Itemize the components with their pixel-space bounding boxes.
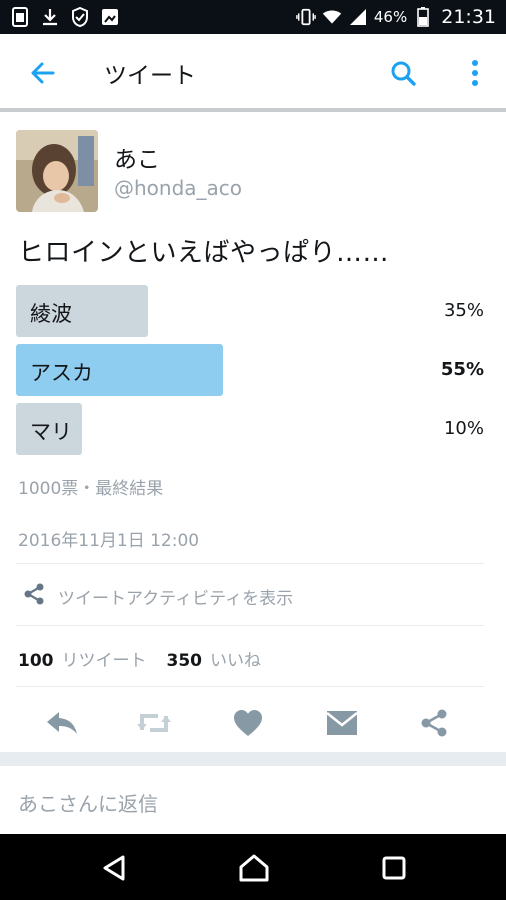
battery-icon [413, 7, 433, 27]
display-name[interactable]: あこ [114, 140, 160, 174]
like-count[interactable]: 350 [167, 651, 203, 671]
section-separator [0, 752, 506, 766]
heart-icon[interactable] [230, 706, 266, 740]
image-icon [100, 7, 120, 27]
divider [16, 625, 484, 626]
poll-option: マリ 10% [16, 403, 484, 455]
share-icon[interactable] [416, 706, 452, 740]
retweet-icon[interactable] [136, 706, 172, 740]
app-bar: ツイート [0, 34, 506, 112]
tweet-actions [0, 698, 506, 748]
arrow-left-icon[interactable] [26, 56, 60, 90]
share-nodes-icon [22, 582, 46, 611]
like-count-label[interactable]: いいね [210, 646, 261, 671]
sim-icon [10, 7, 30, 27]
poll-option-label: 綾波 [30, 302, 72, 326]
poll-option: アスカ 55% [16, 344, 484, 396]
reply-icon[interactable] [44, 706, 80, 740]
status-time: 21:31 [441, 6, 496, 28]
poll-option: 綾波 35% [16, 285, 484, 337]
engagement-counts: 100 リツイート 350 いいね [18, 646, 273, 671]
poll-meta: 1000票・最終結果 [18, 479, 164, 499]
divider [16, 563, 484, 564]
search-icon[interactable] [386, 56, 420, 90]
shield-icon [70, 7, 90, 27]
tweet-activity-link[interactable]: ツイートアクティビティを表示 [22, 582, 293, 611]
battery-percent: 46% [373, 8, 408, 26]
status-bar: 46% 21:31 [0, 0, 506, 34]
tweet-text: ヒロインといえばやっぱり…… [18, 238, 390, 268]
reply-placeholder[interactable]: あこさんに返信 [18, 788, 158, 817]
download-icon [40, 7, 60, 27]
wifi-icon [322, 7, 342, 27]
reply-box[interactable]: あこさんに返信 [0, 766, 506, 834]
more-vertical-icon[interactable] [462, 56, 488, 90]
user-handle[interactable]: @honda_aco [114, 176, 242, 200]
signal-icon [348, 7, 368, 27]
tweet-timestamp: 2016年11月1日 12:00 [18, 531, 200, 551]
dm-icon[interactable] [324, 706, 360, 740]
poll-option-percent: 10% [443, 418, 484, 439]
home-icon[interactable] [236, 850, 272, 886]
poll-option-label: マリ [30, 420, 72, 444]
back-triangle-icon[interactable] [96, 850, 132, 886]
divider [16, 686, 484, 687]
poll-option-percent: 55% [440, 359, 484, 380]
recents-icon[interactable] [376, 850, 412, 886]
avatar[interactable] [16, 130, 98, 212]
page-title: ツイート [104, 63, 196, 89]
retweet-count[interactable]: 100 [18, 651, 54, 671]
tweet-activity-label: ツイートアクティビティを表示 [58, 589, 294, 609]
poll-option-label: アスカ [30, 361, 93, 385]
retweet-count-label[interactable]: リツイート [62, 646, 147, 671]
vibrate-icon [296, 7, 316, 27]
system-nav-bar [0, 834, 506, 900]
poll-option-percent: 35% [443, 300, 484, 321]
